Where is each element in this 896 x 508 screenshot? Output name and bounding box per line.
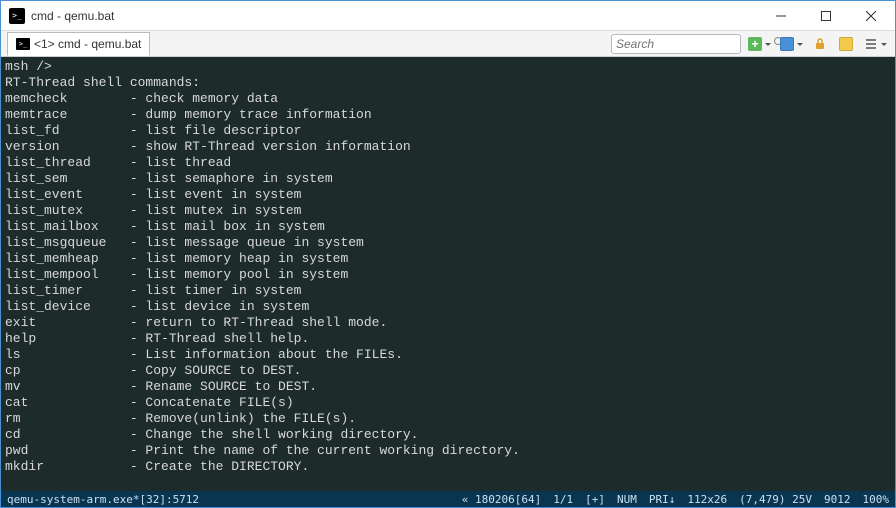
lock-icon: [813, 37, 827, 51]
menu-button[interactable]: [861, 34, 889, 54]
status-process: qemu-system-arm.exe*[32]:5712: [7, 493, 199, 506]
maximize-button[interactable]: [803, 1, 848, 30]
status-pos: 1/1: [553, 493, 573, 506]
status-coords: (7,479) 25V: [739, 493, 812, 506]
notes-button[interactable]: [835, 34, 857, 54]
status-num: NUM: [617, 493, 637, 506]
search-box[interactable]: [611, 34, 741, 54]
tab-toolbar: >_ <1> cmd - qemu.bat +: [1, 31, 895, 57]
window-titlebar: >_ cmd - qemu.bat: [1, 1, 895, 31]
terminal-icon: >_: [16, 38, 30, 50]
minimize-button[interactable]: [758, 1, 803, 30]
window-title: cmd - qemu.bat: [31, 9, 114, 23]
status-mem: 9012: [824, 493, 851, 506]
lock-button[interactable]: [809, 34, 831, 54]
close-button[interactable]: [848, 1, 893, 30]
window-icon: [780, 37, 794, 51]
notes-icon: [839, 37, 853, 51]
status-build: « 180206[64]: [462, 493, 541, 506]
status-zoom: 100%: [863, 493, 890, 506]
status-size: 112x26: [687, 493, 727, 506]
status-pri: PRI↓: [649, 493, 676, 506]
status-cursor: [+]: [585, 493, 605, 506]
terminal-output[interactable]: msh /> RT-Thread shell commands: memchec…: [1, 57, 895, 491]
status-bar: qemu-system-arm.exe*[32]:5712 « 180206[6…: [1, 491, 895, 507]
hamburger-icon: [864, 37, 878, 51]
app-icon: >_: [9, 8, 25, 24]
window-list-button[interactable]: [777, 34, 805, 54]
tab-active[interactable]: >_ <1> cmd - qemu.bat: [7, 32, 150, 56]
new-tab-button[interactable]: +: [745, 34, 773, 54]
tab-label: <1> cmd - qemu.bat: [34, 37, 141, 51]
plus-icon: +: [748, 37, 762, 51]
